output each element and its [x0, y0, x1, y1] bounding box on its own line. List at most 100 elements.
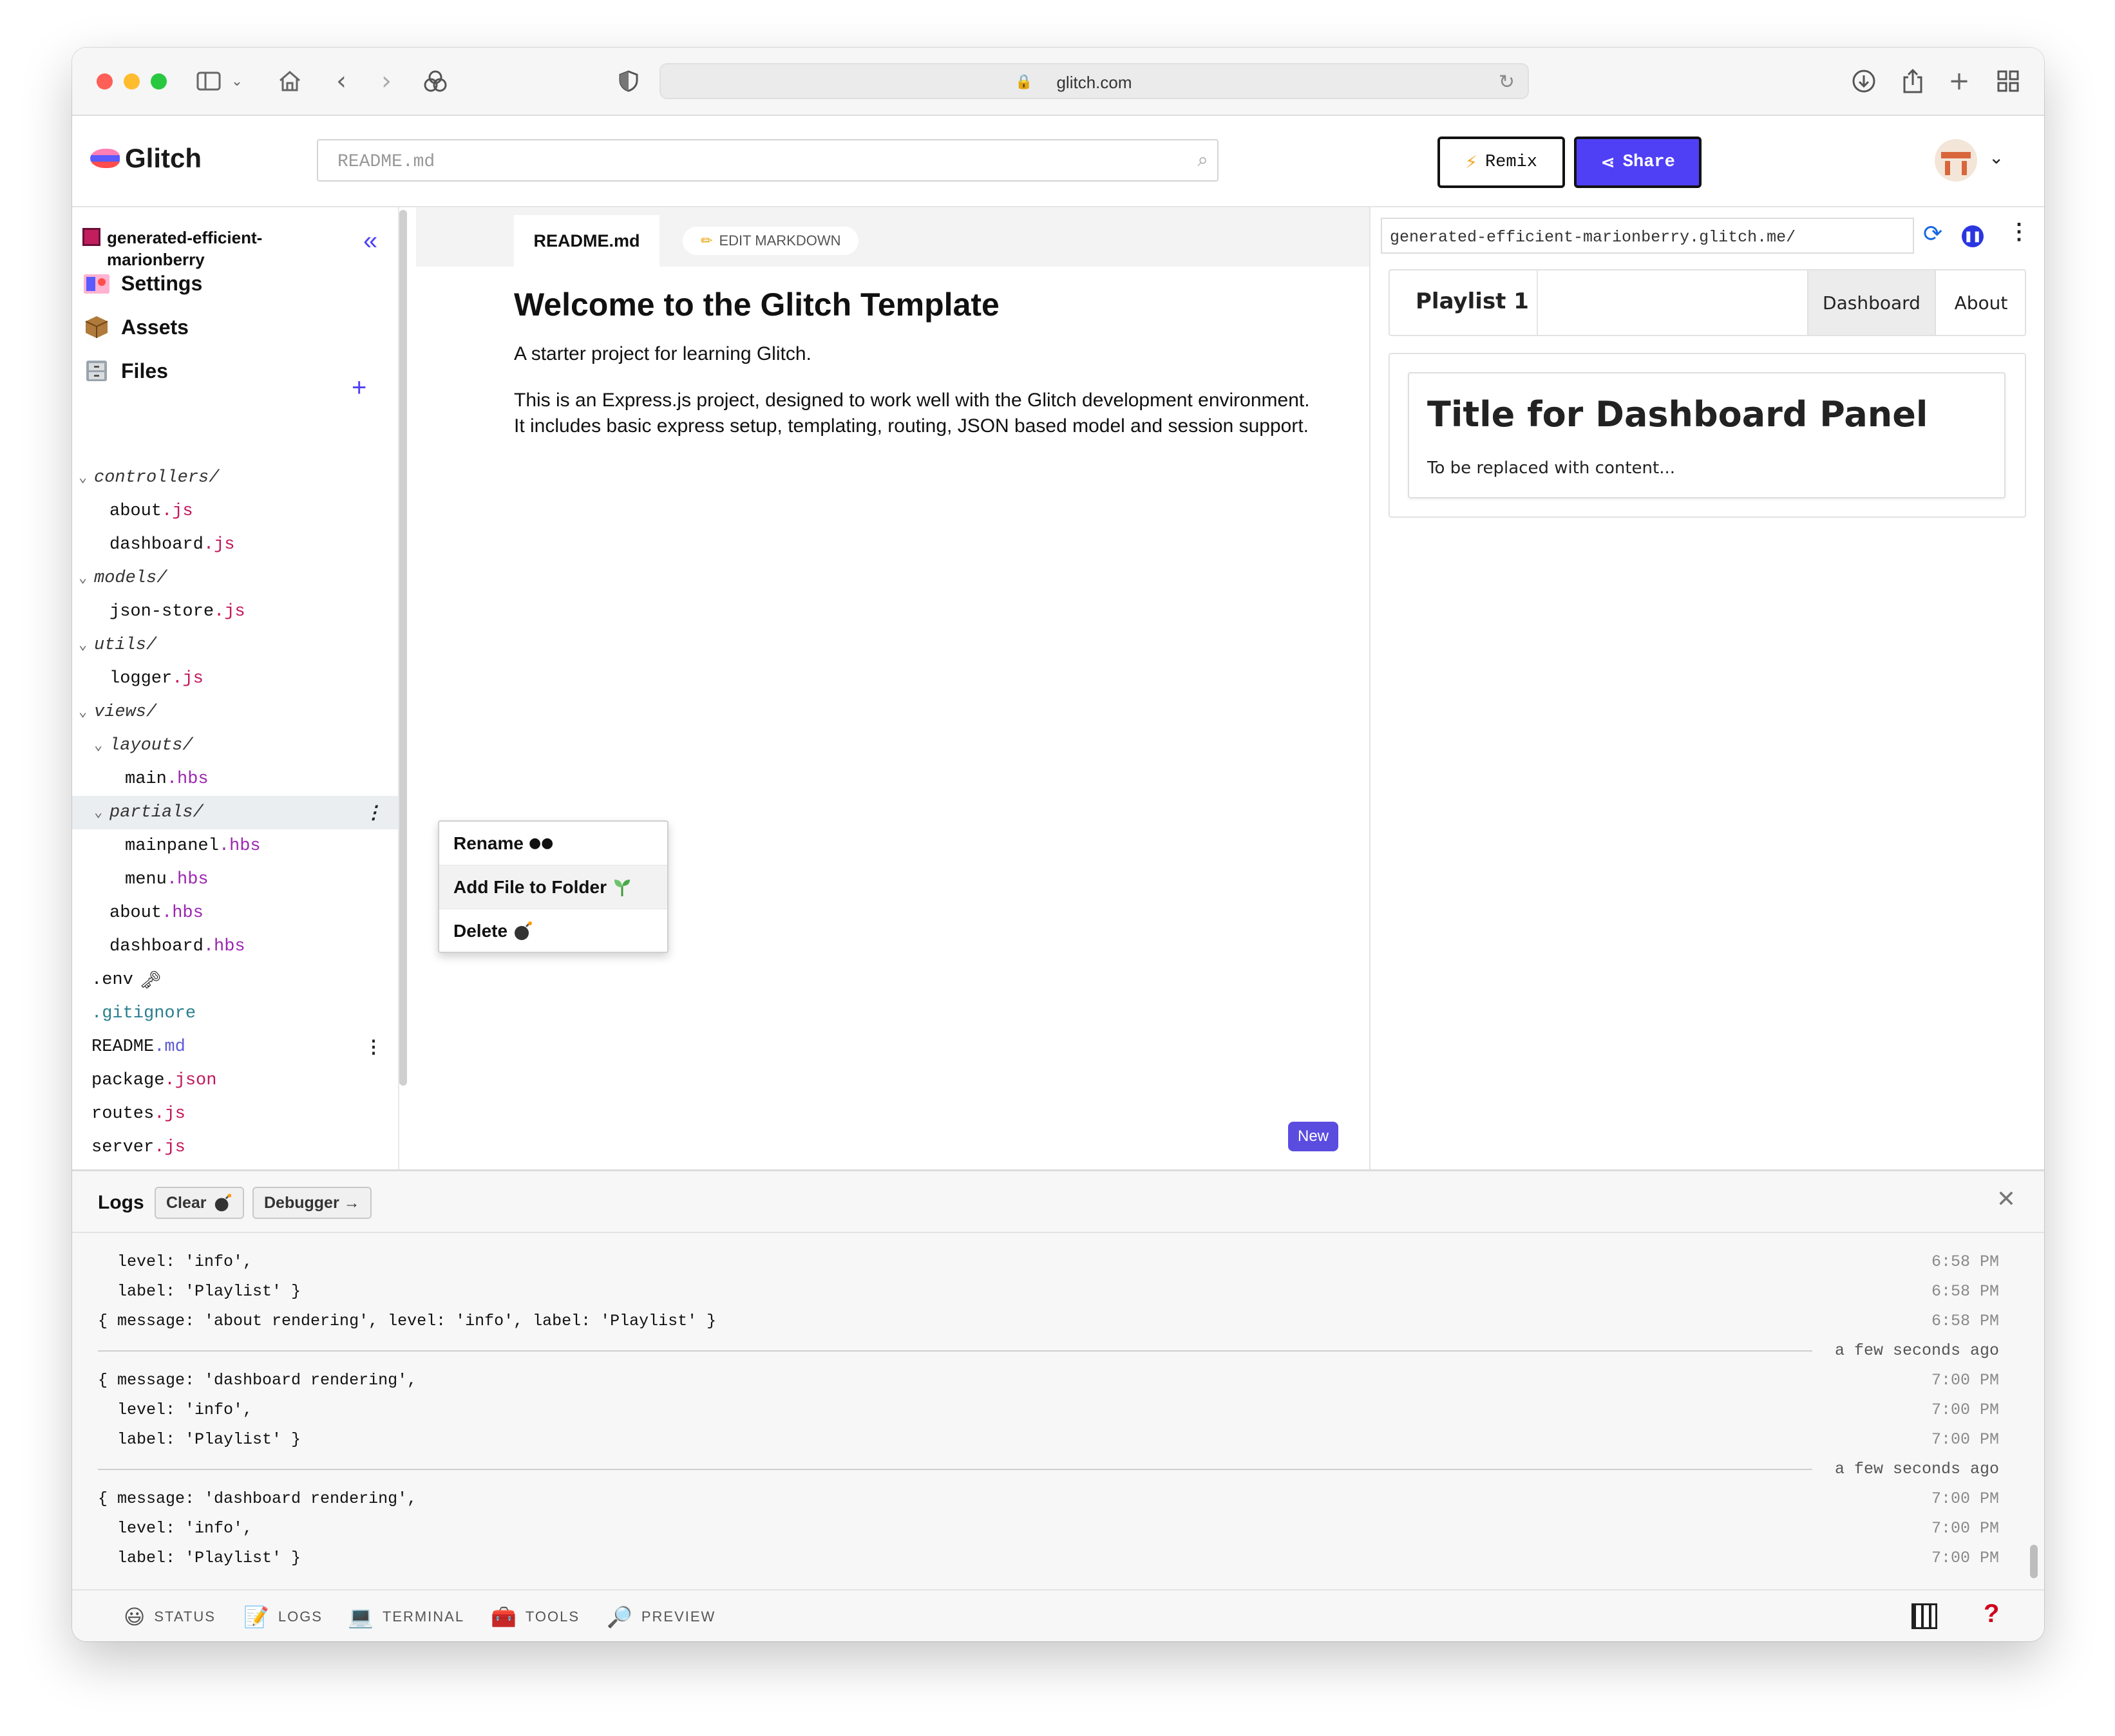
chevron-down-icon[interactable]: ⌄ [79, 637, 94, 654]
file-item[interactable]: README .md ⋮ [72, 1030, 398, 1064]
file-options-icon[interactable]: ⋮ [365, 1036, 383, 1059]
extensions-icon[interactable] [421, 63, 450, 99]
file-item[interactable]: main .hbs [72, 762, 398, 796]
file-item[interactable]: json-store .js [72, 595, 398, 628]
sidebar-toggle-icon[interactable] [194, 63, 223, 99]
new-tab-icon[interactable]: + [1945, 63, 1973, 99]
close-window-button[interactable] [97, 73, 113, 90]
folder-item[interactable]: ⌄ partials/ ⋮ [72, 796, 398, 829]
log-timestamp: 6:58 PM [1931, 1252, 1999, 1271]
log-line: level: 'info', 6:58 PM [72, 1247, 2044, 1277]
back-icon[interactable]: ‹ [330, 63, 353, 99]
share-nodes-icon: ⋖ [1600, 152, 1615, 173]
address-url: glitch.com [1056, 73, 1132, 92]
file-item[interactable]: logger .js [72, 662, 398, 695]
project-title[interactable]: generated-efficient-marionberry [82, 227, 327, 270]
folder-item[interactable]: ⌄ controllers/ [72, 461, 398, 495]
remix-button[interactable]: ⚡ Remix [1437, 137, 1565, 188]
user-avatar[interactable] [1935, 139, 1977, 182]
shield-icon[interactable] [614, 63, 643, 99]
add-file-to-folder-menu-item[interactable]: Add File to Folder [439, 865, 667, 909]
file-search-input[interactable]: README.md ⌕ [317, 139, 1219, 182]
glitch-logo[interactable]: Glitch [90, 143, 202, 174]
file-item[interactable]: menu .hbs [72, 863, 398, 896]
debugger-button[interactable]: Debugger → [252, 1187, 372, 1219]
forward-icon[interactable]: › [375, 63, 398, 99]
chevron-down-icon[interactable]: ⌄ [79, 704, 94, 721]
logs-scrollbar[interactable] [2030, 1545, 2038, 1578]
download-icon[interactable] [1850, 63, 1878, 99]
dashboard-panel-body: To be replaced with content... [1427, 458, 1675, 478]
file-item[interactable]: .env 🗝 [72, 963, 398, 997]
folder-item[interactable]: ⌄ views/ [72, 695, 398, 729]
home-icon[interactable] [276, 63, 304, 99]
chevron-down-icon[interactable]: ⌄ [94, 737, 109, 754]
new-badge[interactable]: New [1288, 1122, 1338, 1151]
preview-menu-dashboard[interactable]: Dashboard [1807, 270, 1936, 335]
tab-overview-icon[interactable] [1994, 63, 2022, 99]
chevron-down-icon[interactable]: ⌄ [229, 63, 245, 99]
status-button[interactable]: 😃 STATUS [124, 1605, 216, 1629]
file-item[interactable]: .gitignore [72, 997, 398, 1030]
clear-logs-button[interactable]: Clear [155, 1187, 244, 1219]
file-item[interactable]: about .js [72, 495, 398, 528]
logs-button[interactable]: 📝 LOGS [243, 1605, 323, 1629]
preview-button[interactable]: 🔎 PREVIEW [607, 1605, 716, 1629]
piano-icon[interactable] [1911, 1603, 1937, 1629]
file-name: menu [125, 870, 167, 889]
file-item[interactable]: about .hbs [72, 896, 398, 930]
add-file-icon[interactable]: + [352, 373, 366, 402]
preview-brand[interactable]: Playlist 1 [1416, 288, 1529, 314]
minimize-window-button[interactable] [124, 73, 140, 90]
log-line: { message: 'dashboard rendering', 7:00 PM [72, 1366, 2044, 1395]
reload-icon[interactable]: ↻ [1499, 71, 1515, 93]
close-icon[interactable]: ✕ [1996, 1185, 2016, 1212]
preview-url-input[interactable]: generated-efficient-marionberry.glitch.m… [1381, 218, 1914, 254]
project-avatar [82, 228, 100, 246]
folder-item[interactable]: ⌄ layouts/ [72, 729, 398, 762]
file-item[interactable]: mainpanel .hbs [72, 829, 398, 863]
terminal-button[interactable]: 💻 TERMINAL [348, 1605, 464, 1629]
chevron-down-icon[interactable]: ⌄ [79, 469, 94, 486]
share-icon[interactable] [1899, 63, 1927, 99]
edit-markdown-button[interactable]: ✏ EDIT MARKDOWN [683, 227, 859, 255]
refresh-preview-icon[interactable]: ⟳ [1923, 220, 1942, 247]
glitch-header: Glitch README.md ⌕ ⚡ Remix ⋖ Share ⌄ [72, 116, 2044, 207]
file-extension: .js [154, 1138, 185, 1157]
tools-button[interactable]: 🧰 TOOLS [491, 1605, 580, 1629]
folder-item[interactable]: ⌄ models/ [72, 561, 398, 595]
log-timestamp: 6:58 PM [1931, 1282, 1999, 1301]
sidebar-item-assets[interactable]: Assets [82, 313, 189, 341]
rename-menu-item[interactable]: Rename ●● [439, 822, 667, 865]
chevron-down-icon[interactable]: ⌄ [79, 570, 94, 587]
sidebar-scrollbar[interactable] [399, 210, 407, 1086]
help-button[interactable]: ? [1984, 1599, 1999, 1628]
file-extension: .js [162, 502, 193, 521]
tab-readme[interactable]: README.md [514, 215, 659, 267]
file-name: about [109, 502, 162, 521]
sidebar-item-settings[interactable]: Settings [82, 269, 202, 297]
chevron-down-icon[interactable]: ⌄ [1989, 147, 2004, 168]
collapse-sidebar-icon[interactable]: « [363, 227, 377, 256]
file-options-icon[interactable]: ⋮ [365, 802, 383, 824]
chevron-down-icon[interactable]: ⌄ [94, 804, 109, 821]
delete-menu-item[interactable]: Delete [439, 909, 667, 953]
zoom-window-button[interactable] [151, 73, 167, 90]
pencil-icon: ✏ [701, 232, 713, 249]
file-extension: .js [154, 1104, 185, 1124]
preview-menu-about[interactable]: About [1936, 270, 2026, 335]
pause-preview-icon[interactable]: ❚❚ [1962, 225, 1984, 247]
file-item[interactable]: dashboard .hbs [72, 930, 398, 963]
file-item[interactable]: dashboard .js [72, 528, 398, 561]
box-icon [82, 313, 111, 341]
glitch-fish-icon [90, 149, 120, 168]
folder-context-menu: Rename ●● Add File to Folder Delete [438, 820, 669, 953]
file-item[interactable]: routes .js [72, 1097, 398, 1131]
sidebar-item-files[interactable]: Files [82, 357, 168, 385]
folder-item[interactable]: ⌄ utils/ [72, 628, 398, 662]
more-options-icon[interactable]: ⋮ [2008, 219, 2030, 245]
share-button[interactable]: ⋖ Share [1574, 137, 1702, 188]
address-bar[interactable]: 🔒 glitch.com ↻ [659, 63, 1529, 99]
file-item[interactable]: package .json [72, 1064, 398, 1097]
file-item[interactable]: server .js [72, 1131, 398, 1164]
